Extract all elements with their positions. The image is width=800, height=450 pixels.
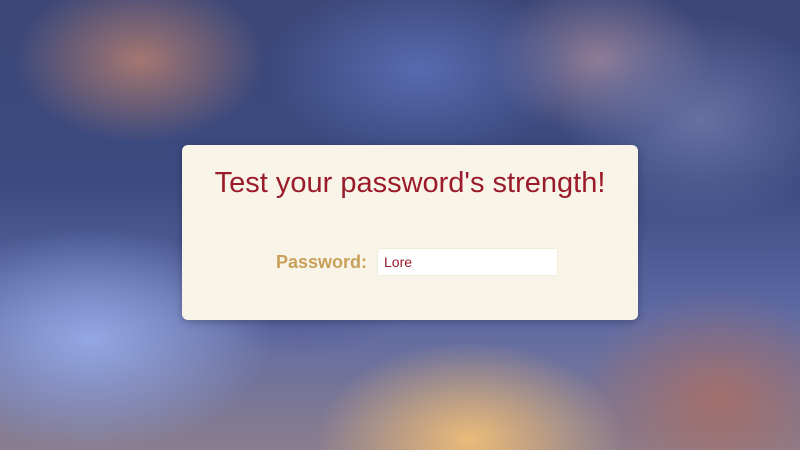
- password-label: Password:: [276, 252, 368, 272]
- page-title: Test your password's strength!: [214, 167, 606, 199]
- password-input[interactable]: [377, 248, 558, 276]
- password-strength-card: Test your password's strength! Password:: [182, 145, 638, 320]
